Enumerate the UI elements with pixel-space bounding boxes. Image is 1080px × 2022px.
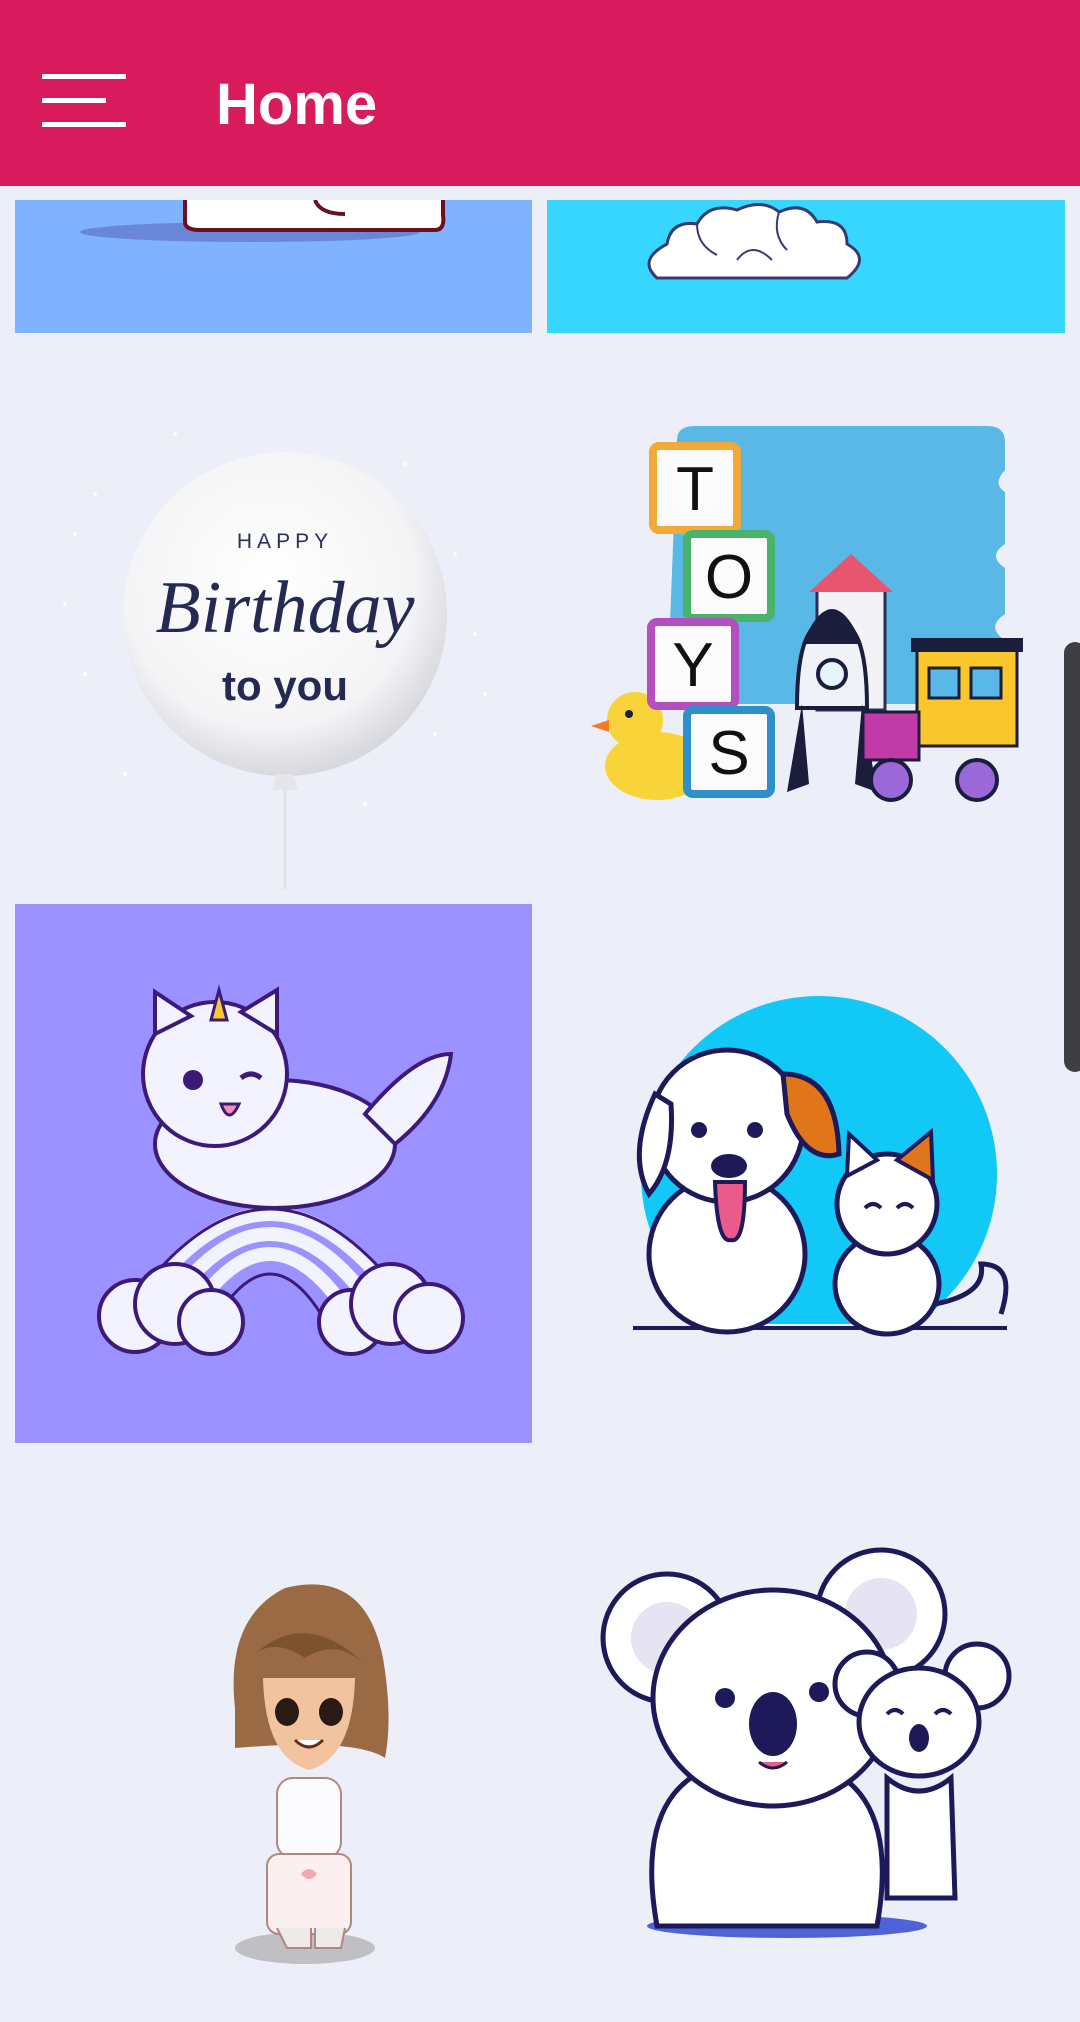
page-title: Home <box>216 72 378 137</box>
bunny-card[interactable] <box>15 200 532 333</box>
girl-illustration <box>233 1584 389 1964</box>
toy-block-s: S <box>708 719 749 788</box>
scrollbar-thumb[interactable] <box>1064 642 1080 1072</box>
koala-card[interactable] <box>547 1458 1065 2022</box>
toy-block-t: T <box>676 455 714 524</box>
unicorn-cat-card[interactable] <box>15 904 532 1443</box>
unicorn-cat-illustration <box>97 984 465 1356</box>
birthday-balloon-card[interactable]: HAPPY Birthday to you <box>15 374 532 889</box>
girl-card[interactable] <box>15 1458 532 2022</box>
menu-button[interactable] <box>42 70 126 130</box>
balloon-illustration: HAPPY Birthday to you <box>63 432 487 889</box>
toys-card[interactable]: T O Y S <box>547 374 1065 889</box>
toy-block-y: Y <box>672 631 713 700</box>
koala-illustration <box>600 1547 1012 1938</box>
balloon-text-happy: HAPPY <box>237 530 333 553</box>
cloud-card[interactable] <box>547 200 1065 333</box>
app-bar: Home <box>0 0 1080 186</box>
hamburger-menu-icon <box>42 74 126 127</box>
balloon-text-to-you: to you <box>222 662 348 709</box>
balloon-text-birthday: Birthday <box>156 567 415 649</box>
dog-and-cat-illustration <box>607 996 1037 1354</box>
toys-illustration: T O Y S <box>591 426 1023 802</box>
dog-and-cat-card[interactable] <box>547 904 1065 1443</box>
toy-block-o: O <box>705 543 753 612</box>
bunny-illustration <box>80 200 446 242</box>
cloud-illustration <box>647 203 861 280</box>
